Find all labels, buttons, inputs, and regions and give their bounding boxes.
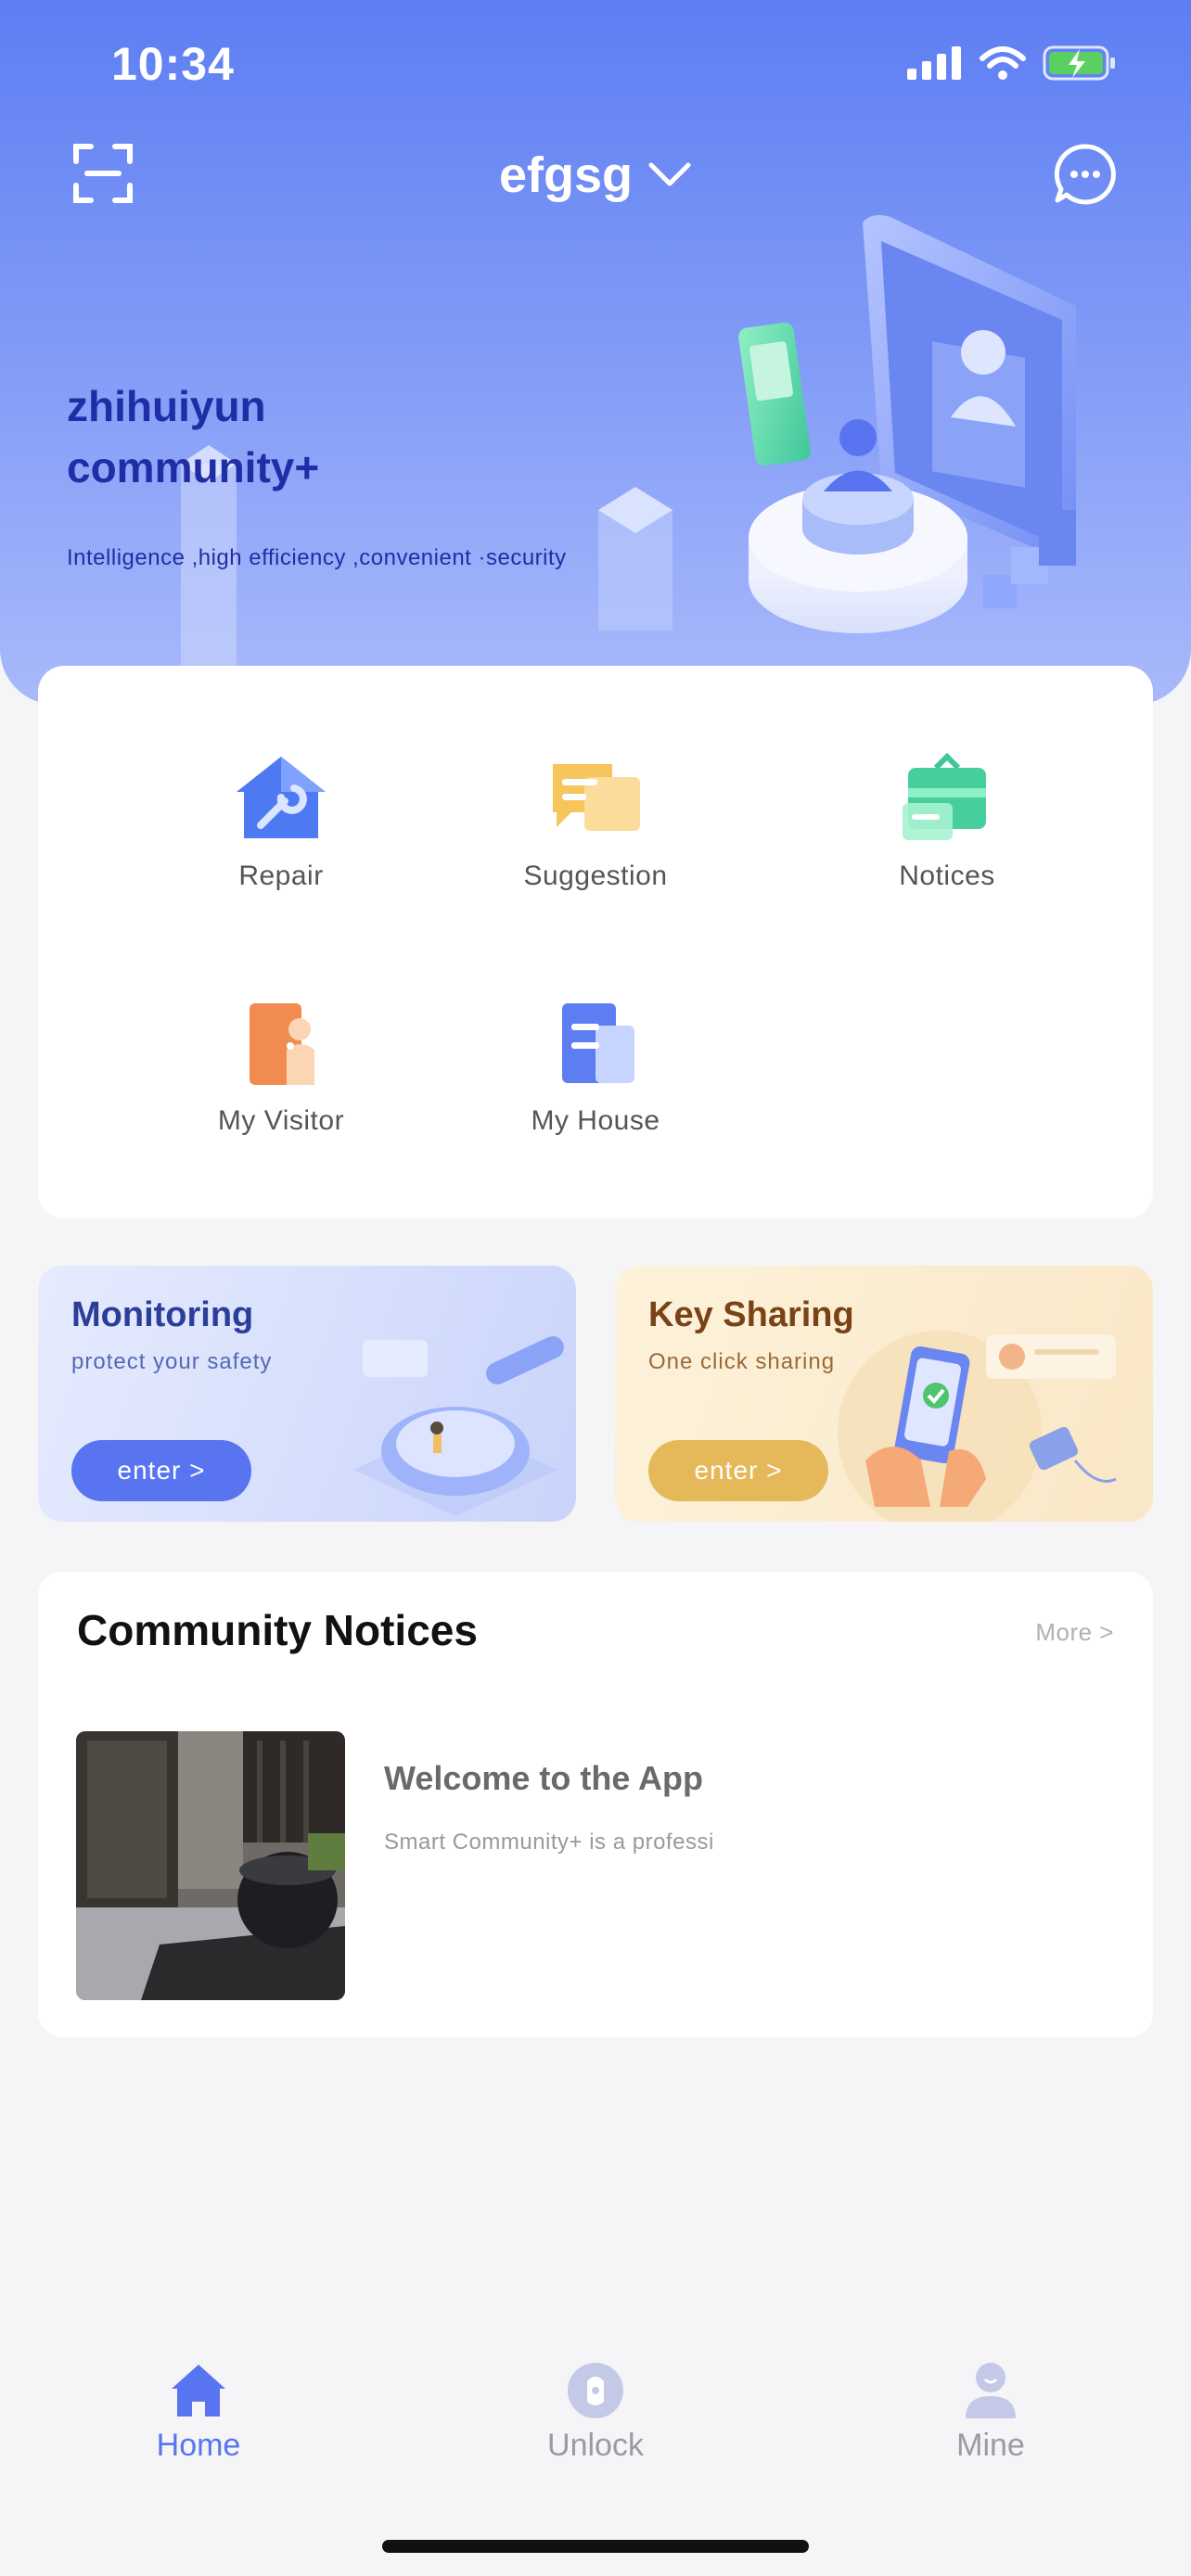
status-time: 10:34 [111, 38, 235, 90]
tab-label: Mine [956, 2428, 1025, 2463]
services-card: Repair Suggestion Notices My Visitor My … [38, 666, 1153, 1218]
decorative-cube-icon [598, 487, 672, 631]
more-link[interactable]: More > [1035, 1618, 1114, 1647]
header-banner: 10:34 efgsg zhihuiyun community+ Intelli… [0, 0, 1191, 705]
monitoring-card[interactable]: Monitoring protect your safety enter > [38, 1266, 576, 1522]
monitoring-title: Monitoring [71, 1295, 254, 1334]
hero-title-line1: zhihuiyun [67, 382, 266, 430]
key-sharing-card[interactable]: Key Sharing One click sharing enter > [615, 1266, 1153, 1522]
service-suggestion[interactable]: Suggestion [456, 751, 735, 892]
service-label: Repair [238, 861, 324, 891]
tab-label: Home [156, 2428, 241, 2463]
repair-house-icon [237, 757, 326, 838]
notice-title: Welcome to the App [384, 1759, 704, 1797]
wifi-icon [980, 46, 1026, 80]
service-my-visitor[interactable]: My Visitor [142, 996, 420, 1137]
tab-mine[interactable]: Mine [870, 2361, 1111, 2464]
tab-label: Unlock [547, 2428, 644, 2463]
monitoring-illustration [353, 1336, 564, 1516]
list-item[interactable]: Welcome to the App Smart Community+ is a… [76, 1731, 1115, 2000]
key-sharing-illustration [838, 1331, 1117, 1522]
chevron-down-icon [648, 162, 691, 186]
tab-unlock[interactable]: Unlock [475, 2361, 716, 2464]
notices-icon [903, 752, 986, 840]
tab-home[interactable]: Home [78, 2361, 319, 2464]
battery-charging-icon [1043, 45, 1115, 81]
community-name: efgsg [498, 147, 634, 203]
house-building-icon [562, 1003, 634, 1083]
key-sharing-title: Key Sharing [648, 1295, 854, 1334]
person-icon [966, 2363, 1016, 2418]
notice-description: Smart Community+ is a professi [384, 1830, 714, 1855]
notice-image [76, 1731, 345, 2000]
key-sharing-subtitle: One click sharing [648, 1349, 836, 1374]
service-label: Notices [899, 861, 995, 891]
suggestion-icon [553, 764, 640, 831]
unlock-icon [568, 2363, 623, 2418]
status-icons [907, 45, 1117, 82]
service-label: My Visitor [217, 1105, 345, 1136]
key-sharing-enter-button[interactable]: enter > [648, 1440, 828, 1501]
community-selector[interactable]: efgsg [0, 147, 1191, 204]
service-repair[interactable]: Repair [142, 751, 420, 892]
service-label: Suggestion [523, 861, 668, 891]
visitor-door-icon [250, 1003, 314, 1085]
service-notices[interactable]: Notices [808, 751, 1086, 892]
monitoring-subtitle: protect your safety [71, 1349, 273, 1374]
home-indicator [382, 2540, 809, 2553]
hero-subtitle: Intelligence ,high efficiency ,convenien… [67, 545, 567, 570]
service-label: My House [531, 1105, 660, 1136]
section-title: Community Notices [77, 1606, 478, 1654]
hero-title-line2: community+ [67, 443, 320, 491]
smart-community-illustration [738, 215, 1076, 633]
monitoring-enter-button[interactable]: enter > [71, 1440, 251, 1501]
home-icon [172, 2365, 225, 2417]
hero-title: zhihuiyun community+ [67, 376, 531, 498]
tab-bar: Home Unlock Mine [0, 2337, 1191, 2513]
cellular-signal-icon [907, 46, 961, 80]
notice-thumbnail [76, 1731, 345, 2000]
service-my-house[interactable]: My House [456, 996, 735, 1137]
community-notices-section: Community Notices More > Welcome to the … [38, 1572, 1153, 2037]
message-icon[interactable] [1054, 143, 1117, 206]
